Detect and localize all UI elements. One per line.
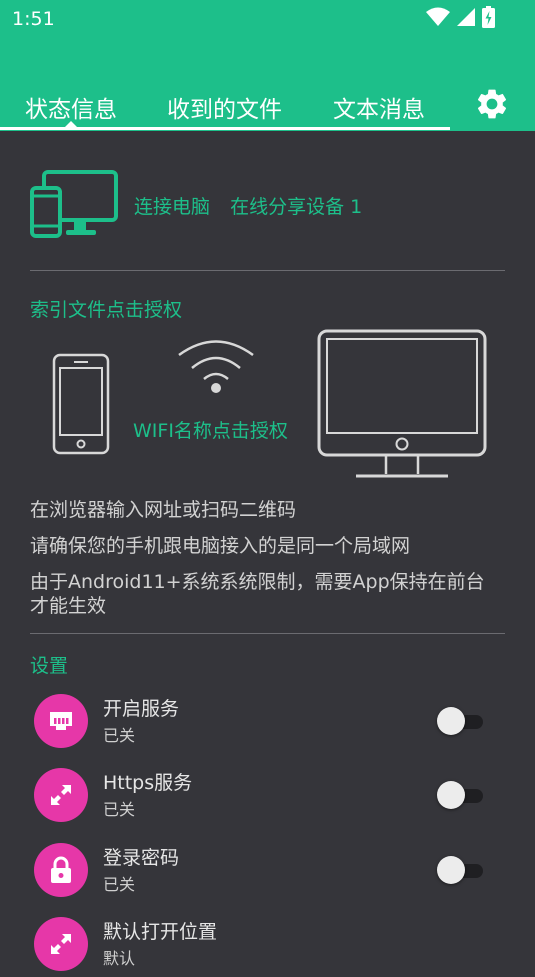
divider <box>30 270 505 271</box>
setting-title: 默认打开位置 <box>103 921 218 943</box>
setting-title: 登录密码 <box>103 847 180 869</box>
setting-status: 已关 <box>103 726 136 745</box>
phone-icon <box>52 353 110 455</box>
divider <box>30 633 505 634</box>
setting-https-service[interactable]: Https服务 已关 <box>34 768 494 828</box>
index-files-authorize[interactable]: 索引文件点击授权 <box>30 295 182 322</box>
status-time: 1:51 <box>12 8 55 30</box>
tab-received-files[interactable]: 收到的文件 <box>167 90 282 124</box>
setting-enable-service[interactable]: 开启服务 已关 <box>34 694 494 754</box>
toggle-thumb <box>437 707 465 735</box>
tab-status-info[interactable]: 状态信息 <box>25 90 117 124</box>
info-line: 在浏览器输入网址或扫码二维码 <box>30 499 297 521</box>
triangle-pointer <box>63 121 79 129</box>
gear-icon[interactable] <box>474 86 510 122</box>
wifi-signal-icon <box>178 340 254 393</box>
wifi-name-authorize[interactable]: WIFI名称点击授权 <box>133 419 293 444</box>
expand-arrows-icon <box>34 917 88 971</box>
tab-text-messages[interactable]: 文本消息 <box>333 90 425 124</box>
connect-computer-label: 连接电脑 <box>134 195 211 218</box>
battery-charging-icon <box>482 6 495 28</box>
monitor-icon <box>317 329 487 478</box>
settings-title: 设置 <box>30 655 69 677</box>
setting-title: 开启服务 <box>103 698 180 720</box>
setting-title: Https服务 <box>103 772 193 794</box>
expand-arrows-icon <box>34 768 88 822</box>
ethernet-icon <box>34 694 88 748</box>
status-icons <box>426 6 495 28</box>
setting-login-password[interactable]: 登录密码 已关 <box>34 843 494 903</box>
online-share-label: 在线分享设备 1 <box>230 195 363 218</box>
wifi-icon <box>426 7 450 26</box>
devices-icon <box>30 170 118 238</box>
setting-default-location[interactable]: 默认打开位置 默认 <box>34 917 494 977</box>
https-toggle[interactable] <box>437 780 485 810</box>
setting-status: 已关 <box>103 800 136 819</box>
app-bar: 1:51 状态信息 收到的文件 文本消息 <box>0 0 535 131</box>
toggle-thumb <box>437 781 465 809</box>
setting-status: 默认 <box>103 949 136 968</box>
signal-icon <box>457 8 475 26</box>
lock-icon <box>34 843 88 897</box>
tab-bar: 状态信息 收到的文件 文本消息 <box>0 80 535 131</box>
password-toggle[interactable] <box>437 855 485 885</box>
setting-status: 已关 <box>103 875 136 894</box>
service-toggle[interactable] <box>437 706 485 736</box>
toggle-thumb <box>437 856 465 884</box>
info-line: 由于Android11+系统系统限制，需要App保持在前台才能生效 <box>30 571 485 617</box>
connection-row[interactable]: 连接电脑 在线分享设备 1 <box>30 170 362 240</box>
info-line: 请确保您的手机跟电脑接入的是同一个局域网 <box>30 535 411 557</box>
